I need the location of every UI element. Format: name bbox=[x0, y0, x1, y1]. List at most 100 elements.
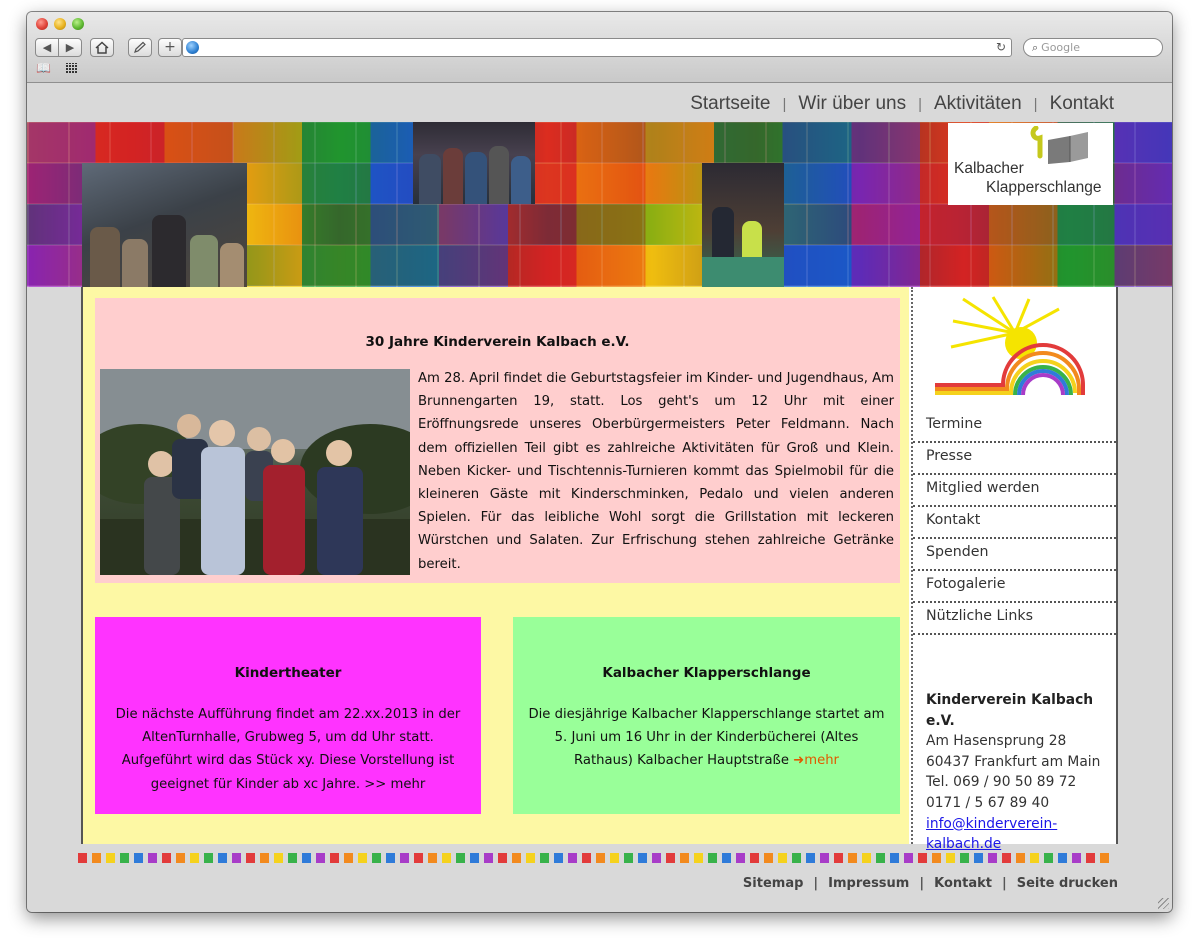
rainbow-dot bbox=[470, 853, 479, 863]
rainbow-dot bbox=[596, 853, 605, 863]
rainbow-dot bbox=[162, 853, 171, 863]
rainbow-dot bbox=[1016, 853, 1025, 863]
sidebar-item-fotogalerie[interactable]: Fotogalerie bbox=[913, 572, 1116, 603]
rainbow-dot bbox=[904, 853, 913, 863]
rainbow-dot bbox=[372, 853, 381, 863]
email-link[interactable]: info@kinderverein-kalbach.de bbox=[926, 816, 1057, 853]
sidebar-item-spenden[interactable]: Spenden bbox=[913, 540, 1116, 571]
logo-wordmark: Kalbacher Klapperschlange bbox=[954, 159, 1101, 197]
nav-aktivitaeten[interactable]: Aktivitäten bbox=[934, 93, 1022, 114]
rainbow-dot bbox=[932, 853, 941, 863]
rainbow-dot bbox=[694, 853, 703, 863]
forward-arrow-icon: ▶ bbox=[65, 41, 75, 54]
rainbow-dot bbox=[428, 853, 437, 863]
top-navigation: Startseite | Wir über uns | Aktivitäten | Kont… bbox=[690, 93, 1114, 115]
rainbow-dot bbox=[330, 853, 339, 863]
rainbow-dot-divider bbox=[78, 853, 1120, 863]
sidebar-item-termine[interactable]: Termine bbox=[913, 412, 1116, 443]
back-button[interactable]: ◀ bbox=[35, 38, 59, 57]
rainbow-dot bbox=[568, 853, 577, 863]
back-arrow-icon: ◀ bbox=[42, 41, 52, 54]
top-sites-icon[interactable] bbox=[66, 63, 78, 73]
sidebar-item-kontakt[interactable]: Kontakt bbox=[913, 508, 1116, 539]
globe-icon bbox=[186, 41, 199, 54]
reading-list-icon[interactable]: 📖 bbox=[36, 61, 51, 75]
rainbow-dot bbox=[176, 853, 185, 863]
zoom-window-button[interactable] bbox=[72, 18, 84, 30]
group-photo-people bbox=[100, 369, 410, 575]
search-input[interactable]: ⌕ Google bbox=[1023, 38, 1163, 57]
sidebar-item-presse[interactable]: Presse bbox=[913, 444, 1116, 475]
rainbow-dot bbox=[358, 853, 367, 863]
nav-startseite[interactable]: Startseite bbox=[690, 93, 770, 114]
rainbow-dot bbox=[246, 853, 255, 863]
rainbow-dot bbox=[78, 853, 87, 863]
close-window-button[interactable] bbox=[36, 18, 48, 30]
sidebar-navigation: Termine Presse Mitglied werden Kontakt S… bbox=[913, 412, 1116, 636]
content-area: 30 Jahre Kinderverein Kalbach e.V. Am 28… bbox=[81, 287, 1118, 852]
more-link[interactable]: mehr bbox=[804, 753, 839, 768]
nav-wir-ueber-uns[interactable]: Wir über uns bbox=[798, 93, 906, 114]
rainbow-dot bbox=[974, 853, 983, 863]
rainbow-dot bbox=[778, 853, 787, 863]
rainbow-dot bbox=[1002, 853, 1011, 863]
address-mobile: 0171 / 5 67 89 40 bbox=[926, 794, 1050, 811]
rainbow-dot bbox=[456, 853, 465, 863]
sun-rainbow-logo bbox=[935, 296, 1085, 396]
rainbow-dot bbox=[988, 853, 997, 863]
rainbow-dot bbox=[260, 853, 269, 863]
rainbow-dot bbox=[722, 853, 731, 863]
edit-bookmark-button[interactable] bbox=[128, 38, 152, 57]
sidebar-item-mitglied-werden[interactable]: Mitglied werden bbox=[913, 476, 1116, 507]
rainbow-dot bbox=[526, 853, 535, 863]
email-line-2: kalbach.de bbox=[926, 836, 1002, 853]
rainbow-dot bbox=[750, 853, 759, 863]
site-logo[interactable]: Kalbacher Klapperschlange bbox=[948, 123, 1113, 205]
rainbow-dot bbox=[652, 853, 661, 863]
footer-separator: | bbox=[919, 876, 925, 891]
address-bar[interactable]: ↻ bbox=[182, 38, 1012, 57]
forward-button[interactable]: ▶ bbox=[58, 38, 82, 57]
home-button[interactable] bbox=[90, 38, 114, 57]
rainbow-dot bbox=[414, 853, 423, 863]
nav-kontakt[interactable]: Kontakt bbox=[1050, 93, 1114, 114]
rainbow-dot bbox=[806, 853, 815, 863]
rainbow-dot bbox=[218, 853, 227, 863]
nav-separator: | bbox=[1033, 96, 1038, 113]
rainbow-dot bbox=[204, 853, 213, 863]
sidebar-item-nuetzliche-links[interactable]: Nützliche Links bbox=[913, 604, 1116, 635]
footer-separator: | bbox=[813, 876, 819, 891]
sidebar: Termine Presse Mitglied werden Kontakt S… bbox=[911, 287, 1116, 852]
rainbow-dot bbox=[386, 853, 395, 863]
klapperschlange-title: Kalbacher Klapperschlange bbox=[602, 665, 811, 681]
reload-icon[interactable]: ↻ bbox=[996, 39, 1006, 56]
window-resize-handle[interactable] bbox=[1158, 898, 1169, 909]
home-icon bbox=[95, 41, 109, 54]
rainbow-dot bbox=[890, 853, 899, 863]
theater-title: Kindertheater bbox=[234, 665, 342, 681]
banner-photo-group bbox=[413, 122, 535, 204]
rainbow-dot bbox=[316, 853, 325, 863]
minimize-window-button[interactable] bbox=[54, 18, 66, 30]
rainbow-dot bbox=[834, 853, 843, 863]
rainbow-dot bbox=[134, 853, 143, 863]
rainbow-dot bbox=[1072, 853, 1081, 863]
footer-link-seite-drucken[interactable]: Seite drucken bbox=[1017, 876, 1118, 891]
theater-box[interactable]: Kindertheater Die nächste Aufführung fin… bbox=[95, 617, 481, 814]
footer-link-kontakt[interactable]: Kontakt bbox=[934, 876, 992, 891]
logo-line-1: Kalbacher bbox=[954, 160, 1024, 177]
rainbow-dot bbox=[288, 853, 297, 863]
add-bookmark-button[interactable]: + bbox=[158, 38, 182, 57]
footer-link-impressum[interactable]: Impressum bbox=[828, 876, 909, 891]
plus-icon: + bbox=[164, 39, 176, 55]
header-banner: Kalbacher Klapperschlange bbox=[27, 122, 1172, 287]
address-tel: Tel. 069 / 90 50 89 72 bbox=[926, 774, 1077, 791]
group-photo bbox=[100, 369, 410, 575]
rainbow-dot bbox=[400, 853, 409, 863]
footer-link-sitemap[interactable]: Sitemap bbox=[743, 876, 803, 891]
rainbow-dot bbox=[512, 853, 521, 863]
contact-address: Kinderverein Kalbach e.V. Am Hasensprung… bbox=[926, 690, 1116, 855]
rainbow-dot bbox=[92, 853, 101, 863]
rainbow-dot bbox=[1100, 853, 1109, 863]
rainbow-dot bbox=[848, 853, 857, 863]
